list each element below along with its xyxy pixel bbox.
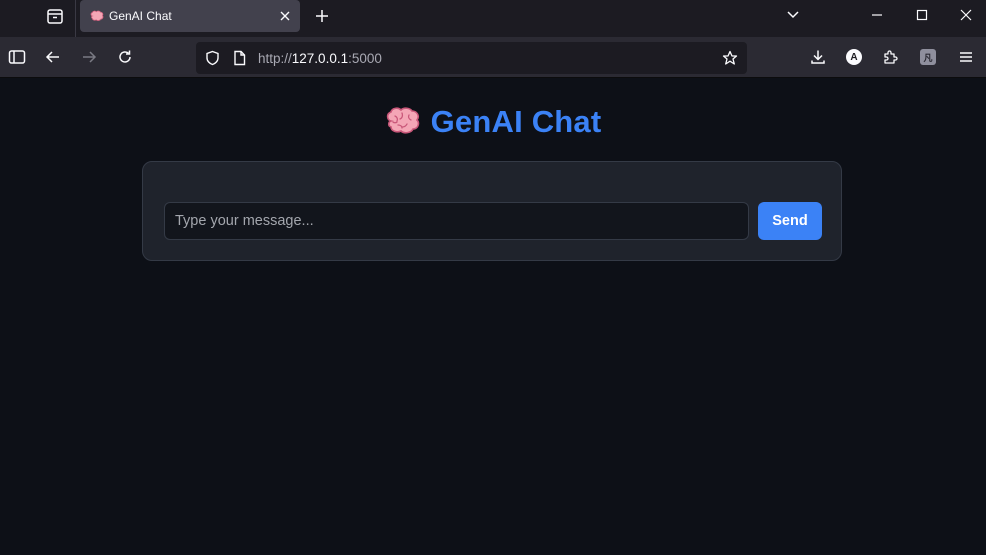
brain-icon [386,107,419,134]
address-bar[interactable]: http://127.0.0.1:5000 [196,42,747,74]
new-tab-button[interactable] [306,2,338,30]
close-icon [960,9,972,21]
maximize-icon [916,9,928,21]
active-tab[interactable]: GenAI Chat [80,0,300,32]
extension-button[interactable]: 凡 [912,41,944,73]
brain-icon [89,8,105,24]
list-all-tabs-button[interactable] [770,0,816,30]
extension-icon: 凡 [920,49,936,65]
account-button[interactable]: A [838,41,870,73]
chat-card: Send [142,161,842,261]
download-icon [811,50,825,64]
message-input[interactable] [164,202,749,240]
arrow-right-icon [83,51,97,63]
send-button[interactable]: Send [758,202,822,240]
shield-icon[interactable] [204,50,220,66]
minimize-icon [872,14,882,16]
extensions-button[interactable] [874,41,906,73]
maximize-button[interactable] [899,0,945,30]
tab-title: GenAI Chat [109,9,172,23]
bookmark-star-icon[interactable] [722,50,738,66]
sidebar-icon [8,50,26,64]
sidebar-toggle-button[interactable] [1,41,33,73]
puzzle-piece-icon [884,50,898,64]
arrow-left-icon [45,51,59,63]
browser-tab-strip: GenAI Chat [0,0,986,37]
app-menu-button[interactable] [950,41,982,73]
tab-list-icon [47,9,63,24]
reload-button[interactable] [109,41,141,73]
browser-nav-bar: http://127.0.0.1:5000 A 凡 [0,37,986,78]
close-window-button[interactable] [943,0,986,30]
url-host: 127.0.0.1 [291,51,349,66]
minimize-button[interactable] [854,0,900,30]
hamburger-menu-icon [960,52,972,62]
tab-list-button[interactable] [36,0,74,32]
downloads-button[interactable] [802,41,834,73]
tab-strip-divider [75,0,76,37]
url-scheme: http:// [258,51,292,66]
back-button[interactable] [37,41,69,73]
page-title: GenAI Chat [0,104,986,140]
page-title-text: GenAI Chat [430,104,602,139]
plus-icon [316,10,328,22]
page-content: GenAI Chat Send [0,79,986,555]
page-info-icon[interactable] [231,50,247,66]
close-tab-icon[interactable] [274,5,296,27]
reload-icon [119,50,131,63]
url-port: :5000 [348,51,382,66]
url-text[interactable]: http://127.0.0.1:5000 [258,51,382,66]
account-avatar-icon: A [846,49,862,65]
forward-button[interactable] [73,41,105,73]
chevron-down-icon [787,11,799,19]
